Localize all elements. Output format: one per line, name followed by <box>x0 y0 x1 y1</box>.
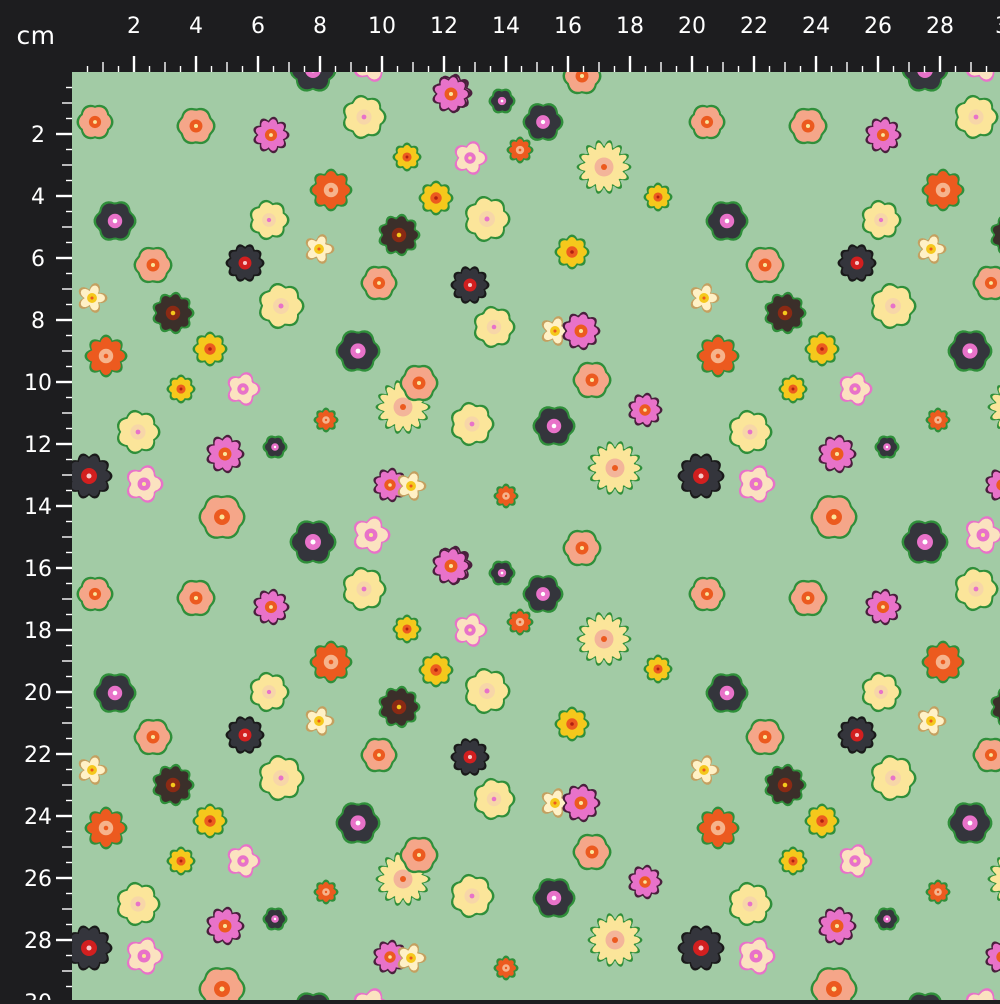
flower-icon <box>85 807 128 850</box>
flower-icon <box>310 641 353 684</box>
top-ruler-label: 8 <box>313 14 327 39</box>
flower-icon <box>419 181 454 216</box>
flower-icon <box>507 609 534 636</box>
top-ruler-label: 2 <box>127 14 141 39</box>
flower-icon <box>507 137 534 164</box>
left-ruler-label: 28 <box>24 929 52 954</box>
flower-icon <box>779 375 808 404</box>
flower-icon <box>85 335 128 378</box>
left-ruler-label: 22 <box>24 743 52 768</box>
ruler-unit-label: cm <box>0 0 72 72</box>
top-ruler-label: 3 <box>995 14 1000 39</box>
top-ruler-label: 18 <box>616 14 644 39</box>
flower-icon <box>779 847 808 876</box>
flower-icon <box>393 143 422 172</box>
flower-icon <box>644 655 673 684</box>
left-ruler-label: 30 <box>24 991 52 1000</box>
flower-icon <box>494 484 519 509</box>
left-ruler-label: 10 <box>24 371 52 396</box>
top-ruler-label: 22 <box>740 14 768 39</box>
top-ruler-label: 14 <box>492 14 520 39</box>
left-ruler-label: 20 <box>24 681 52 706</box>
flower-icon <box>167 375 196 404</box>
flower-icon <box>193 332 228 367</box>
flower-icon <box>494 956 519 981</box>
left-ruler-label: 8 <box>31 309 45 334</box>
fabric-canvas: 2468101214161820222426283 24681012141618… <box>0 0 1000 1000</box>
flower-icon <box>393 615 422 644</box>
flower-icon <box>310 169 353 212</box>
flower-icon <box>926 880 951 905</box>
flower-icon <box>167 847 196 876</box>
flower-icon <box>922 169 965 212</box>
flower-icon <box>922 641 965 684</box>
flower-icon <box>419 653 454 688</box>
flower-icon <box>644 183 673 212</box>
left-ruler-label: 24 <box>24 805 52 830</box>
flower-icon <box>805 804 840 839</box>
flower-icon <box>697 335 740 378</box>
flower-icon <box>697 807 740 850</box>
top-ruler-label: 24 <box>802 14 830 39</box>
left-ruler-label: 12 <box>24 433 52 458</box>
top-ruler-label: 26 <box>864 14 892 39</box>
left-ruler-label: 6 <box>31 247 45 272</box>
fabric-preview: cm 2468101214161820222426283 24681012141… <box>0 0 1000 1000</box>
top-ruler-label: 4 <box>189 14 203 39</box>
flower-icon <box>193 804 228 839</box>
flower-icon <box>314 408 339 433</box>
left-ruler-label: 4 <box>31 185 45 210</box>
top-ruler-label: 6 <box>251 14 265 39</box>
top-ruler-label: 10 <box>368 14 396 39</box>
top-ruler-label: 12 <box>430 14 458 39</box>
top-ruler-label: 28 <box>926 14 954 39</box>
top-ruler-label: 16 <box>554 14 582 39</box>
flower-icon <box>805 332 840 367</box>
flower-icon <box>926 408 951 433</box>
flower-icon <box>555 235 590 270</box>
left-ruler-label: 16 <box>24 557 52 582</box>
left-ruler-label: 18 <box>24 619 52 644</box>
left-ruler-label: 14 <box>24 495 52 520</box>
left-ruler-label: 26 <box>24 867 52 892</box>
top-ruler: 2468101214161820222426283 <box>0 0 1000 72</box>
flower-icon <box>314 880 339 905</box>
left-ruler-label: 2 <box>31 123 45 148</box>
top-ruler-label: 20 <box>678 14 706 39</box>
flower-icon <box>555 707 590 742</box>
left-ruler: 24681012141618202224262830 <box>0 0 72 1000</box>
